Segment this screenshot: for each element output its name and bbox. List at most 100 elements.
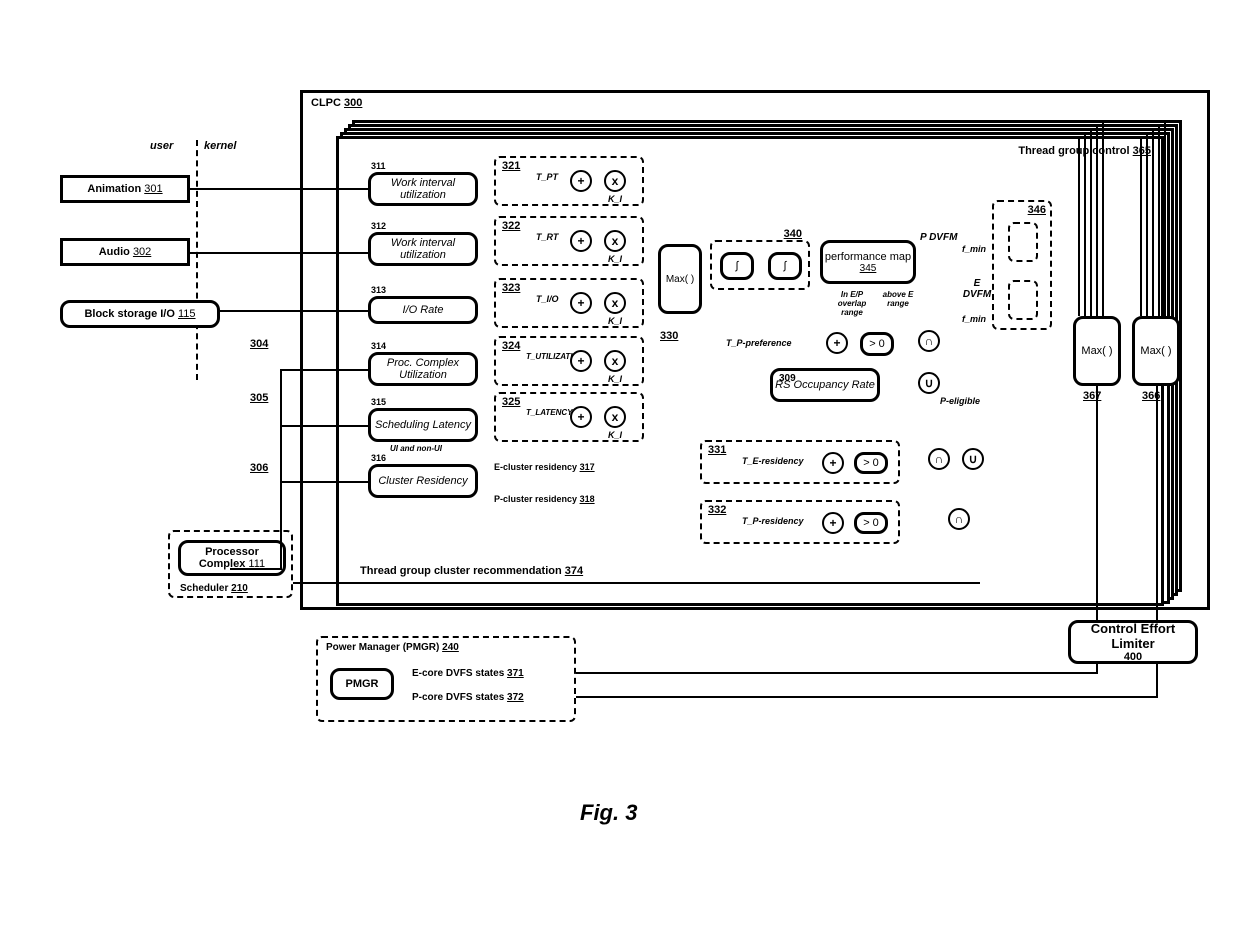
line-304h	[280, 369, 368, 371]
pi-325: 325 T_LATENCY + x K_I	[494, 392, 644, 442]
line-sched-h	[230, 568, 282, 570]
perf-map-id: 345	[860, 263, 877, 274]
max-367: Max( )	[1073, 316, 1121, 386]
mul-323: x	[604, 292, 626, 314]
mul-322: x	[604, 230, 626, 252]
tp-res: T_P-residency	[742, 516, 804, 526]
sum-323: +	[570, 292, 592, 314]
sum-tppref: +	[826, 332, 848, 354]
and-p: ∩	[948, 508, 970, 530]
sum-324: +	[570, 350, 592, 372]
bus-306: 306	[250, 462, 268, 474]
rs-rate: 309 RS Occupancy Rate	[770, 368, 880, 402]
max-id: 330	[660, 330, 678, 342]
recommendation: Thread group cluster recommendation 374	[360, 565, 583, 577]
bus-e5	[1164, 120, 1166, 316]
metric-316: 316 Cluster Residency	[368, 464, 478, 498]
int-1: ∫	[720, 252, 754, 280]
line-304v	[280, 369, 282, 569]
max-367-id: 367	[1083, 390, 1101, 402]
or-mid: ∪	[918, 372, 940, 394]
res-332: 332 T_P-residency + > 0	[700, 500, 900, 544]
source-audio: Audio 302	[60, 238, 190, 266]
line-cel-pmgr-e	[576, 672, 1096, 674]
sum-322: +	[570, 230, 592, 252]
pmgr-box: Power Manager (PMGR) 240 PMGR E-core DVF…	[316, 636, 576, 722]
bus-e1	[1140, 136, 1142, 316]
gt0-tp: > 0	[860, 332, 894, 356]
source-blockio: Block storage I/O 115	[60, 300, 220, 328]
line-rec-out	[293, 582, 340, 584]
kernel-label: kernel	[204, 140, 236, 152]
figure-caption: Fig. 3	[580, 800, 637, 826]
sum-325: +	[570, 406, 592, 428]
control-effort-limiter: Control Effort Limiter 400	[1068, 620, 1198, 664]
bus-p2	[1084, 132, 1086, 316]
peligible: P-eligible	[940, 396, 980, 406]
metric-314: 314 Proc. Complex Utilization	[368, 352, 478, 386]
mux-p	[1008, 222, 1038, 262]
line-cel-in2	[1156, 386, 1158, 620]
and-top: ∩	[918, 330, 940, 352]
pi-324: 324 T_UTILIZATION + x K_I	[494, 336, 644, 386]
mux-e	[1008, 280, 1038, 320]
res-331: 331 T_E-residency + > 0	[700, 440, 900, 484]
int-box: 340 ∫ ∫	[710, 240, 810, 290]
line-cel-d2	[1156, 664, 1158, 698]
mul-325: x	[604, 406, 626, 428]
and-e: ∩	[928, 448, 950, 470]
processor-complex: Processor Complex 111	[178, 540, 286, 576]
bus-p1	[1078, 136, 1080, 316]
bus-p4	[1096, 124, 1098, 316]
gt0-p: > 0	[854, 512, 888, 534]
user-kernel-divider	[196, 140, 198, 380]
bus-p3	[1090, 128, 1092, 316]
perf-map: performance map 345	[820, 240, 916, 284]
line-rec	[340, 582, 980, 584]
annot-abovee: above E range	[880, 290, 916, 308]
mul-321: x	[604, 170, 626, 192]
max-block: Max( )	[658, 244, 702, 314]
scheduler-label: Scheduler 210	[180, 583, 248, 594]
sum-er: +	[822, 452, 844, 474]
mux-346: 346	[992, 200, 1052, 330]
line-cel-pmgr-p	[576, 696, 1156, 698]
pi-321: 321 T_PT + x K_I	[494, 156, 644, 206]
int-2: ∫	[768, 252, 802, 280]
annot-inep: In E/P overlap range	[832, 290, 872, 317]
tp-pref: T_P-preference	[726, 338, 792, 348]
e-dvfs: E-core DVFS states 371	[412, 668, 524, 679]
kvar-321: K_I	[608, 194, 622, 204]
metric-315: 315 Scheduling Latency	[368, 408, 478, 442]
bus-e2	[1146, 132, 1148, 316]
scheduler-box: Processor Complex 111 Scheduler 210	[168, 530, 293, 598]
pi-322: 322 T_RT + x K_I	[494, 216, 644, 266]
source-animation: Animation 301	[60, 175, 190, 203]
bus-305: 305	[250, 392, 268, 404]
metric-note: UI and non-UI	[390, 444, 442, 453]
metric-311: 311 Work interval utilization	[368, 172, 478, 206]
metric-312: 312 Work interval utilization	[368, 232, 478, 266]
line-cel-d1	[1096, 664, 1098, 674]
p-cluster-res: P-cluster residency 318	[494, 494, 595, 504]
max-366: Max( )	[1132, 316, 1180, 386]
bus-p5	[1102, 120, 1104, 316]
line-anim	[190, 188, 368, 190]
line-io	[220, 310, 368, 312]
annot-pdvfm: P DVFM	[920, 232, 957, 243]
bus-304: 304	[250, 338, 268, 350]
te-res: T_E-residency	[742, 456, 804, 466]
e-cluster-res: E-cluster residency 317	[494, 462, 595, 472]
line-audio	[190, 252, 368, 254]
annot-edvfm: E DVFM	[960, 278, 994, 300]
line-305h	[280, 425, 368, 427]
clpc-title: CLPC 300	[311, 97, 362, 109]
sum-pr: +	[822, 512, 844, 534]
line-306h	[280, 481, 368, 483]
metric-313: 313 I/O Rate	[368, 296, 478, 324]
pmgr-title: Power Manager (PMGR) 240	[326, 642, 459, 653]
line-cel-in1	[1096, 386, 1098, 620]
user-label: user	[150, 140, 173, 152]
bus-e3	[1152, 128, 1154, 316]
fmin-e: f_min	[962, 314, 986, 324]
